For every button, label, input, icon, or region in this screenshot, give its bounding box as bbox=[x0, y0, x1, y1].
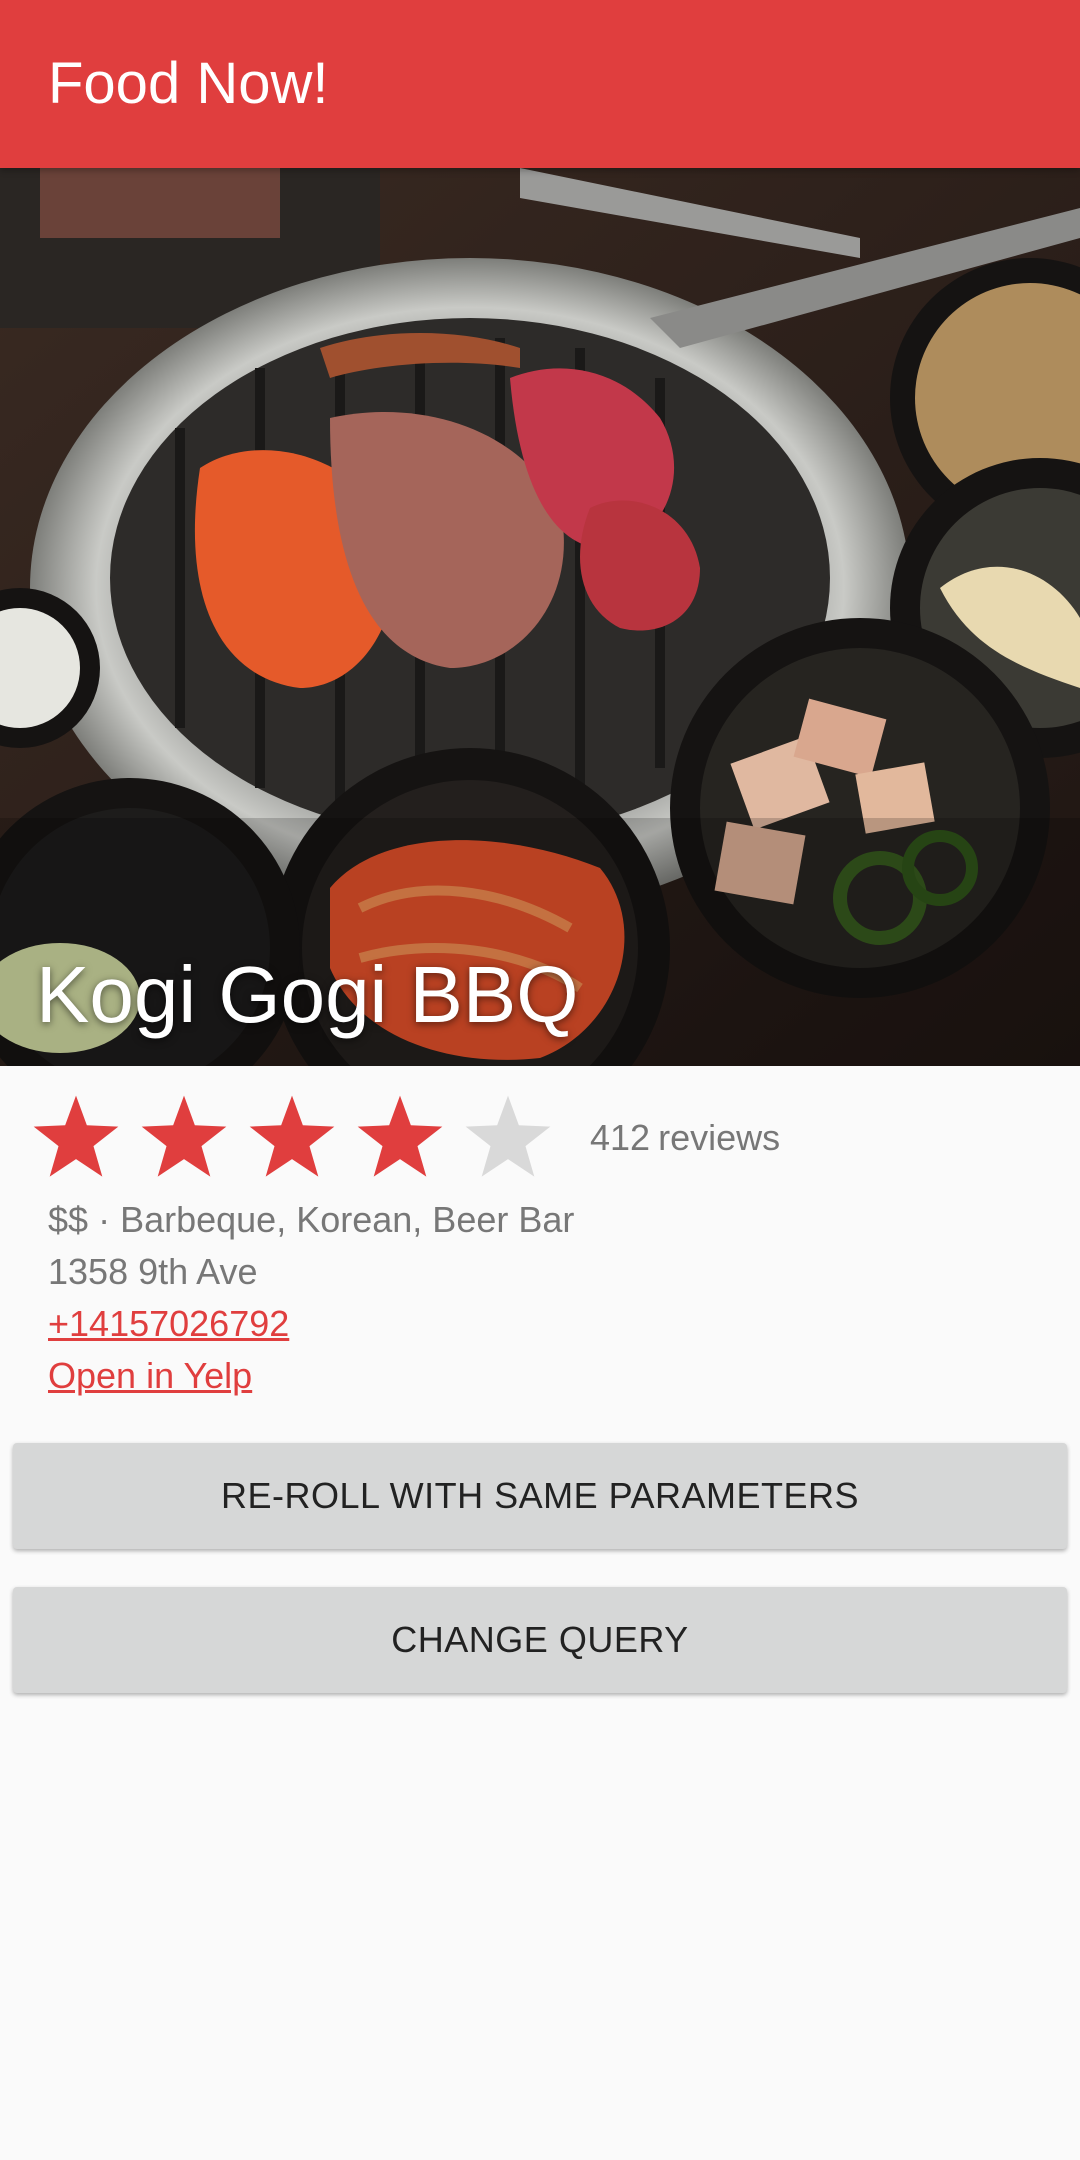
phone-link[interactable]: +14157026792 bbox=[48, 1302, 289, 1346]
address: 1358 9th Ave bbox=[48, 1251, 258, 1292]
change-query-button[interactable]: CHANGE QUERY bbox=[13, 1587, 1067, 1693]
app-title: Food Now! bbox=[48, 51, 329, 116]
price-category-line: $$ · Barbeque, Korean, Beer Bar bbox=[48, 1198, 574, 1242]
price-level: $$ bbox=[48, 1199, 89, 1240]
review-count: 412 reviews bbox=[590, 1117, 780, 1159]
star-icon bbox=[33, 1095, 119, 1177]
star-icon bbox=[141, 1095, 227, 1177]
yelp-link[interactable]: Open in Yelp bbox=[48, 1354, 252, 1398]
star-icon bbox=[465, 1095, 551, 1177]
star-rating bbox=[30, 1092, 570, 1184]
restaurant-photo bbox=[0, 168, 1080, 1066]
app-bar: Food Now! bbox=[0, 0, 1080, 168]
restaurant-name: Kogi Gogi BBQ bbox=[36, 950, 579, 1039]
reroll-button[interactable]: RE-ROLL WITH SAME PARAMETERS bbox=[13, 1443, 1067, 1549]
star-icon bbox=[249, 1095, 335, 1177]
review-count-number: 412 bbox=[590, 1117, 651, 1158]
separator-dot: · bbox=[98, 1199, 111, 1240]
rating-row: 412 reviews bbox=[30, 1092, 780, 1184]
categories: Barbeque, Korean, Beer Bar bbox=[120, 1199, 575, 1240]
star-icon bbox=[357, 1095, 443, 1177]
review-count-label: reviews bbox=[658, 1117, 781, 1158]
